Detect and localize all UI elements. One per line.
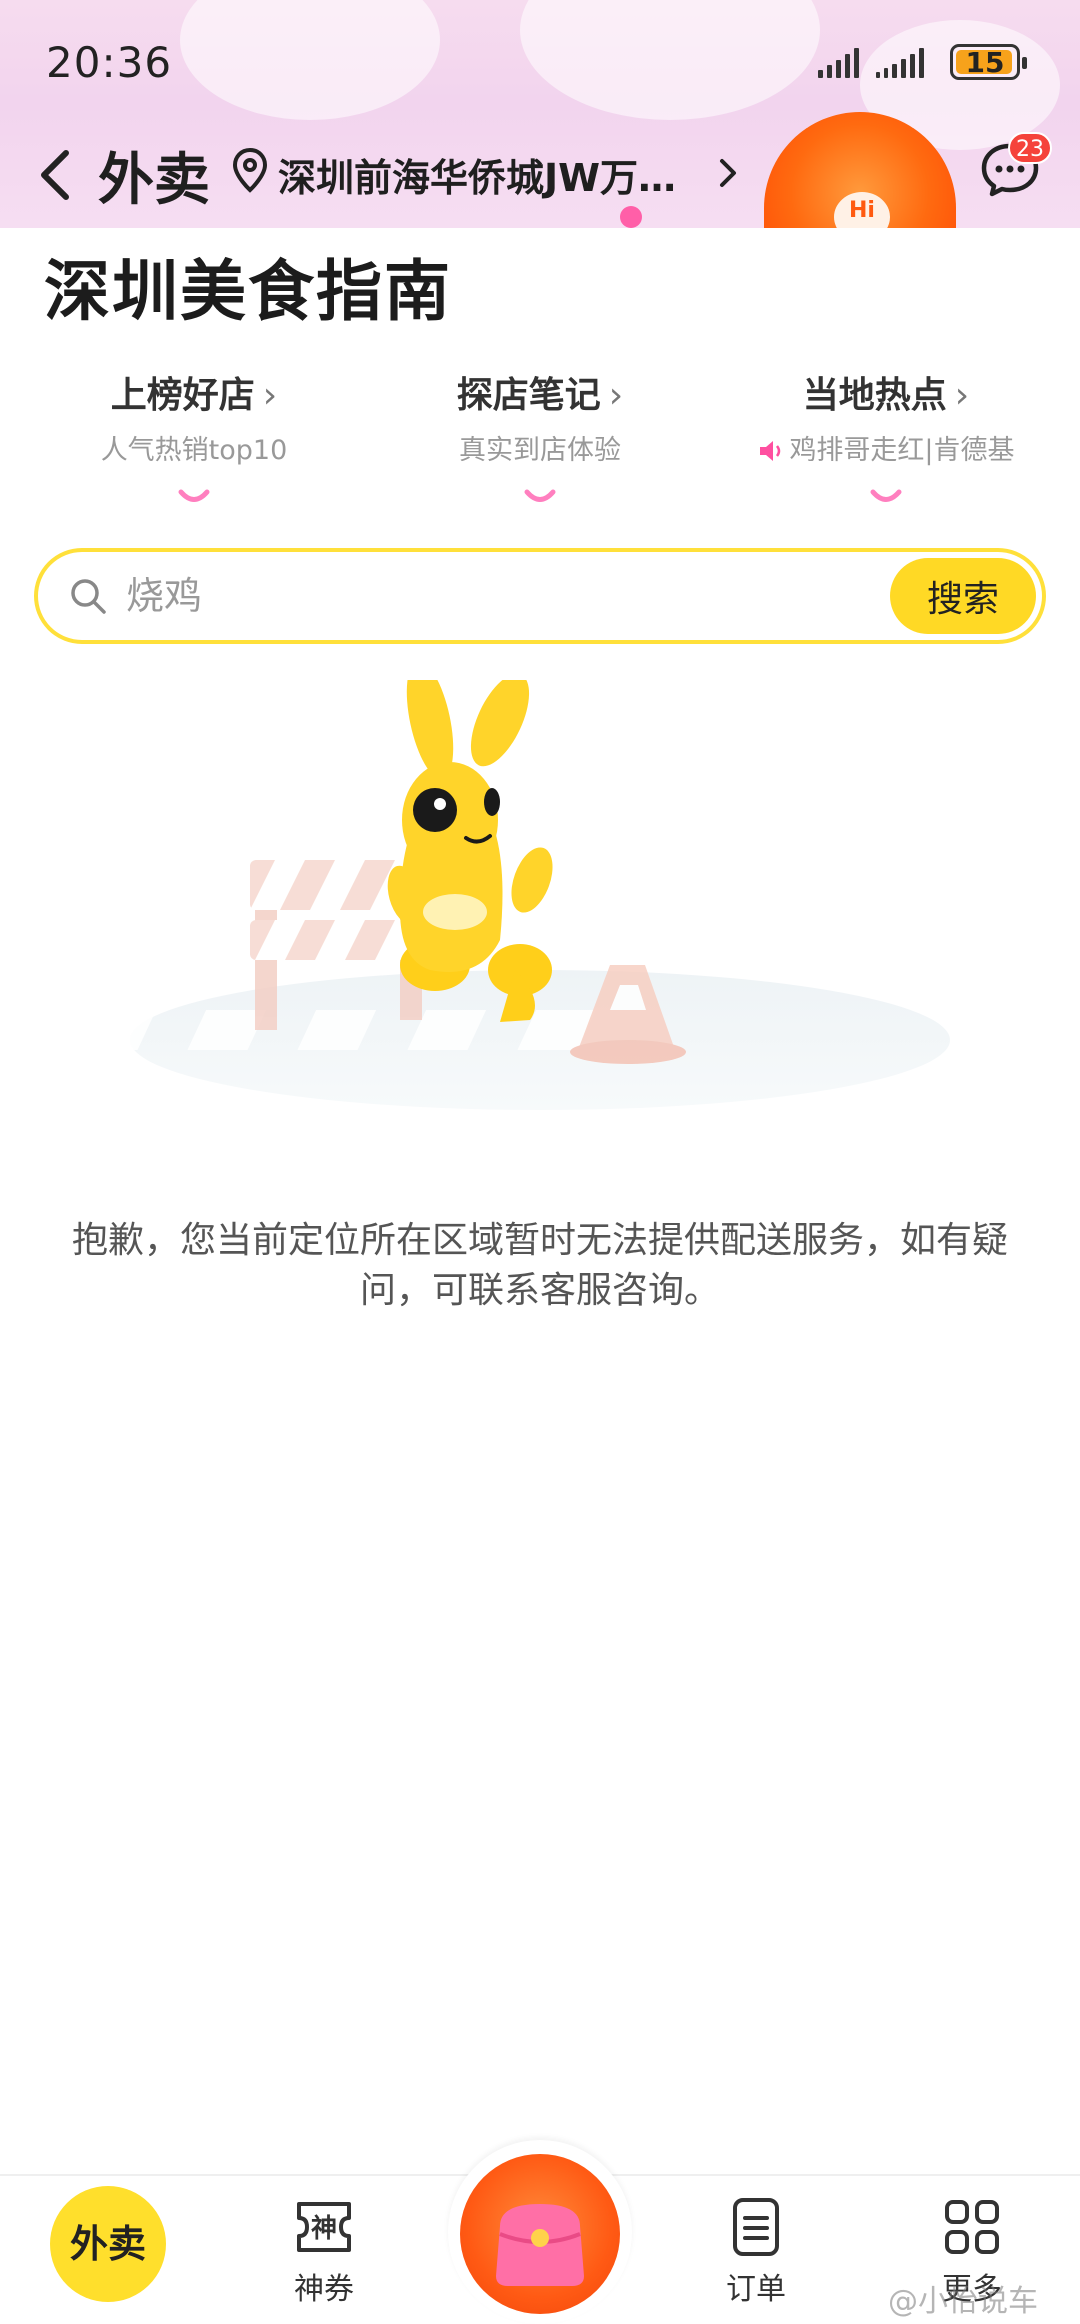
chevron-right-icon: › [608,375,624,416]
guide-subtitle: 真实到店体验 [459,435,621,466]
guide-subtitle: 人气热销top10 [100,435,288,466]
pink-indicator-dot [620,206,642,228]
nav-title: 外卖 [98,148,210,213]
smile-indicator-icon [178,489,210,502]
wallet-bag-icon [496,2204,584,2286]
message-count-badge: 23 [1008,132,1052,164]
guide-local-hotspots[interactable]: 当地热点 › 鸡排哥走红|肯德基 [716,366,1056,507]
grid-more-icon [945,2200,999,2254]
mascot-roadblock-illustration [100,680,950,1110]
chevron-right-icon[interactable] [716,153,740,193]
guide-title: 上榜好店 [110,375,255,416]
service-unavailable-notice: 抱歉，您当前定位所在区域暂时无法提供配送服务，如有疑问，可联系客服咨询。 [71,1220,1008,1311]
location-pin-icon [232,147,268,193]
coupon-icon: 神 [297,2202,351,2252]
center-action-button[interactable] [448,2140,632,2324]
search-icon [71,579,106,614]
page-title: 深圳美食指南 [44,253,452,330]
battery-level: 15 [965,46,1005,79]
battery-icon: 15 [950,44,1027,80]
search-button[interactable]: 搜索 [890,558,1036,634]
guide-top-shops[interactable]: 上榜好店 › 人气热销top10 [24,366,364,507]
signal-icon-secondary [876,48,924,78]
location-selector[interactable]: 深圳前海华侨城JW万… [278,147,676,202]
signal-icon [818,48,859,78]
status-time: 20:36 [46,38,173,87]
tab-takeout[interactable]: 外卖 [0,2176,216,2324]
search-input[interactable] [126,562,646,630]
guide-shop-notes[interactable]: 探店笔记 › 真实到店体验 [370,366,710,507]
speaker-icon [760,441,781,461]
smile-indicator-icon [524,489,556,502]
back-icon[interactable] [36,145,76,205]
status-bar: 20:36 15 [0,0,1080,120]
order-list-icon [733,2198,779,2256]
guide-title: 当地热点 [802,375,947,416]
search-bar: 搜索 [34,548,1046,644]
smile-indicator-icon [870,489,902,502]
guide-title: 探店笔记 [456,375,601,416]
svg-text:神: 神 [311,2214,337,2244]
chevron-right-icon: › [262,375,278,416]
hi-face-icon: Hi [834,192,890,228]
tab-coupons[interactable]: 神 神券 [244,2176,404,2324]
guide-subtitle: 鸡排哥走红|肯德基 [789,435,1015,466]
tab-orders[interactable]: 订单 [676,2176,836,2324]
tab-coupons-label: 神券 [294,2272,354,2307]
chevron-right-icon: › [954,375,970,416]
tab-orders-label: 订单 [726,2272,786,2307]
tab-takeout-label: 外卖 [50,2186,166,2302]
watermark: @小怡说车 [888,2284,1038,2319]
